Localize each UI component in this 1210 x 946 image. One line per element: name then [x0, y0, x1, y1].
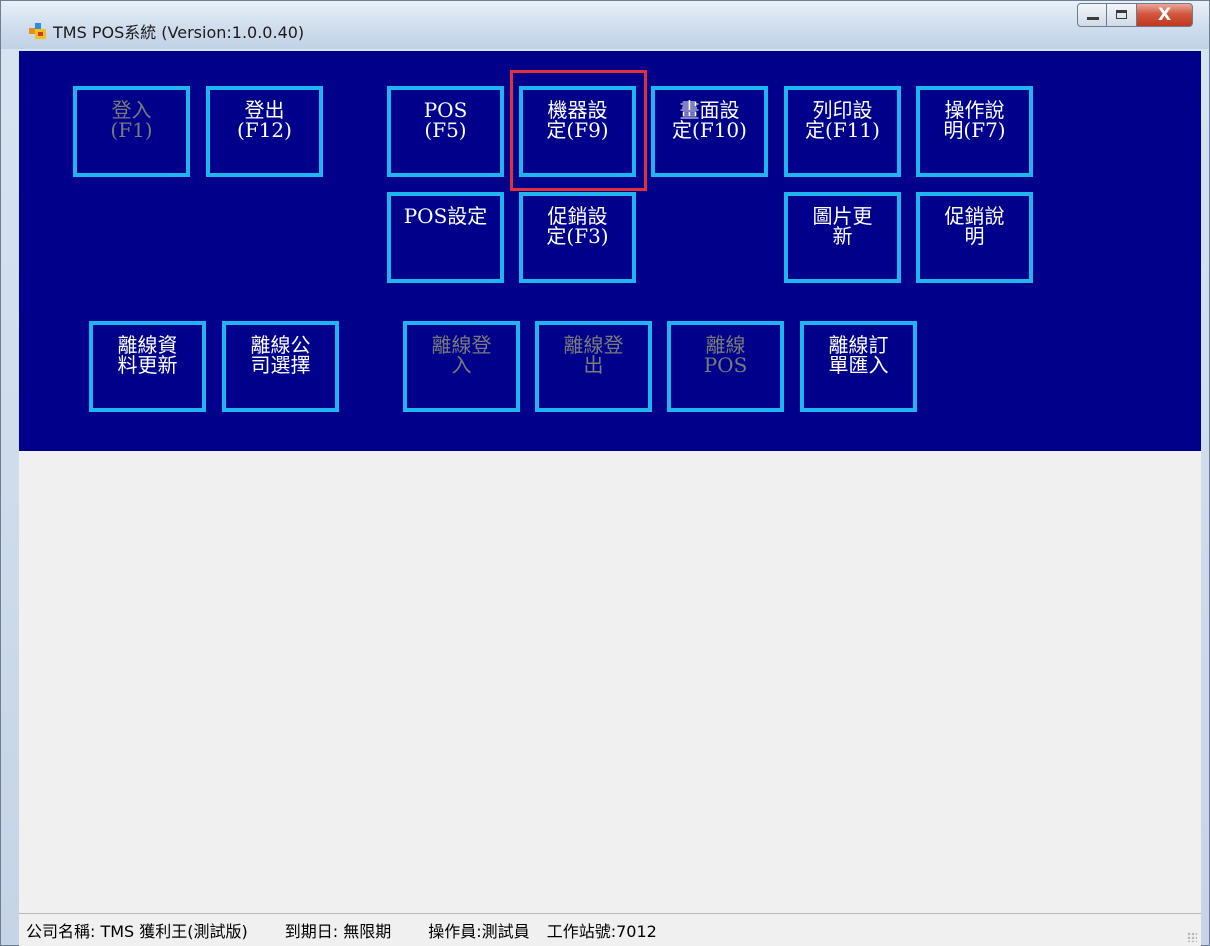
tile-label-line: 離線訂 [828, 333, 889, 357]
tile-label-line: 離線登 [431, 333, 492, 357]
tile-label-line: 料更新 [117, 353, 178, 377]
tile-image-update-button[interactable]: 圖片更新 [784, 192, 901, 283]
tile-label-line: (F5) [424, 118, 467, 142]
tile-label-line: 司選擇 [250, 353, 311, 377]
tile-label-line: 操作說 [944, 98, 1005, 122]
tile-screen-settings-button[interactable]: 畫面設 定(F10) [651, 86, 768, 177]
selection-highlight [510, 70, 647, 191]
tile-label-line: 畫面設 [679, 98, 740, 122]
tile-label-line: (F12) [237, 118, 292, 142]
tile-pos-button[interactable]: POS (F5) [387, 86, 504, 177]
tile-label-line: 明 [964, 224, 985, 248]
tile-label-line: POS [423, 98, 468, 122]
tile-promotion-settings-button[interactable]: 促銷設 定(F3) [519, 192, 636, 283]
tile-print-settings-button[interactable]: 列印設 定(F11) [784, 86, 901, 177]
status-expiry: 到期日: 無限期 [284, 922, 392, 941]
tile-promotion-info-button[interactable]: 促銷說明 [916, 192, 1033, 283]
maximize-button[interactable] [1107, 3, 1137, 27]
tile-label-line: (F1) [110, 118, 153, 142]
close-button[interactable]: X [1137, 3, 1193, 27]
tile-label-line: 離線公 [250, 333, 311, 357]
window-title: TMS POS系統 (Version:1.0.0.40) [53, 23, 305, 42]
tile-label-line: 新 [832, 224, 853, 248]
caption-buttons: X [1077, 3, 1193, 29]
maximize-icon [1116, 10, 1127, 19]
minimize-button[interactable] [1077, 3, 1107, 27]
app-icon [29, 23, 46, 39]
tile-label-line: 單匯入 [828, 353, 889, 377]
minimize-icon [1087, 17, 1099, 20]
tile-label-line: 列印設 [812, 98, 873, 122]
tile-label-line: 定(F10) [672, 118, 747, 142]
title-bar[interactable]: TMS POS系統 (Version:1.0.0.40) X [1, 1, 1209, 49]
tile-label-line: 入 [451, 353, 472, 377]
tile-label-line: 定(F3) [546, 224, 609, 248]
tile-operation-manual-button[interactable]: 操作說 明(F7) [916, 86, 1033, 177]
tile-label-line: 定(F11) [805, 118, 880, 142]
tile-label-line: 促銷設 [547, 204, 608, 228]
tile-label-line: 出 [583, 353, 604, 377]
tile-login-button[interactable]: 登入 (F1) [73, 86, 190, 177]
tile-offline-company-select-button[interactable]: 離線公 司選擇 [222, 321, 339, 412]
resize-grip[interactable] [1187, 932, 1197, 942]
client-area: 登入 (F1) 登出 (F12) POS (F5) 機器設 定(F9) 畫面設 定(F10) 列印設… [19, 51, 1201, 913]
tile-offline-login-button[interactable]: 離線登入 [403, 321, 520, 412]
tile-logout-button[interactable]: 登出 (F12) [206, 86, 323, 177]
tile-label-line: 離線 [705, 333, 746, 357]
tile-offline-logout-button[interactable]: 離線登出 [535, 321, 652, 412]
tile-label-line: POS [703, 353, 748, 377]
app-window: TMS POS系統 (Version:1.0.0.40) X 登入 (F1) 登出(… [0, 0, 1210, 946]
tile-label-line: 離線資 [117, 333, 178, 357]
status-operator: 操作員:測試員 [428, 922, 530, 941]
menu-panel: 登入 (F1) 登出 (F12) POS (F5) 機器設 定(F9) 畫面設 定(F10) 列印設… [19, 51, 1201, 451]
status-bar: 公司名稱: TMS 獲利王(測試版) 到期日: 無限期 操作員:測試員 工作站號… [19, 913, 1201, 946]
status-company: 公司名稱: TMS 獲利王(測試版) [26, 922, 248, 941]
tile-label-line: 明(F7) [943, 118, 1006, 142]
status-station: 工作站號:7012 [546, 922, 657, 941]
tile-label-line: POS設定 [403, 204, 488, 228]
tile-label-line: 登入 [111, 98, 152, 122]
tile-label-line: 促銷說 [944, 204, 1005, 228]
tile-offline-pos-button[interactable]: 離線 POS [667, 321, 784, 412]
tile-label-line: 圖片更 [812, 204, 873, 228]
tile-label-line: 離線登 [563, 333, 624, 357]
tile-pos-settings-button[interactable]: POS設定 [387, 192, 504, 283]
tile-offline-order-import-button[interactable]: 離線訂 單匯入 [800, 321, 917, 412]
tile-offline-data-update-button[interactable]: 離線資 料更新 [89, 321, 206, 412]
tile-label-line: 登出 [244, 98, 285, 122]
